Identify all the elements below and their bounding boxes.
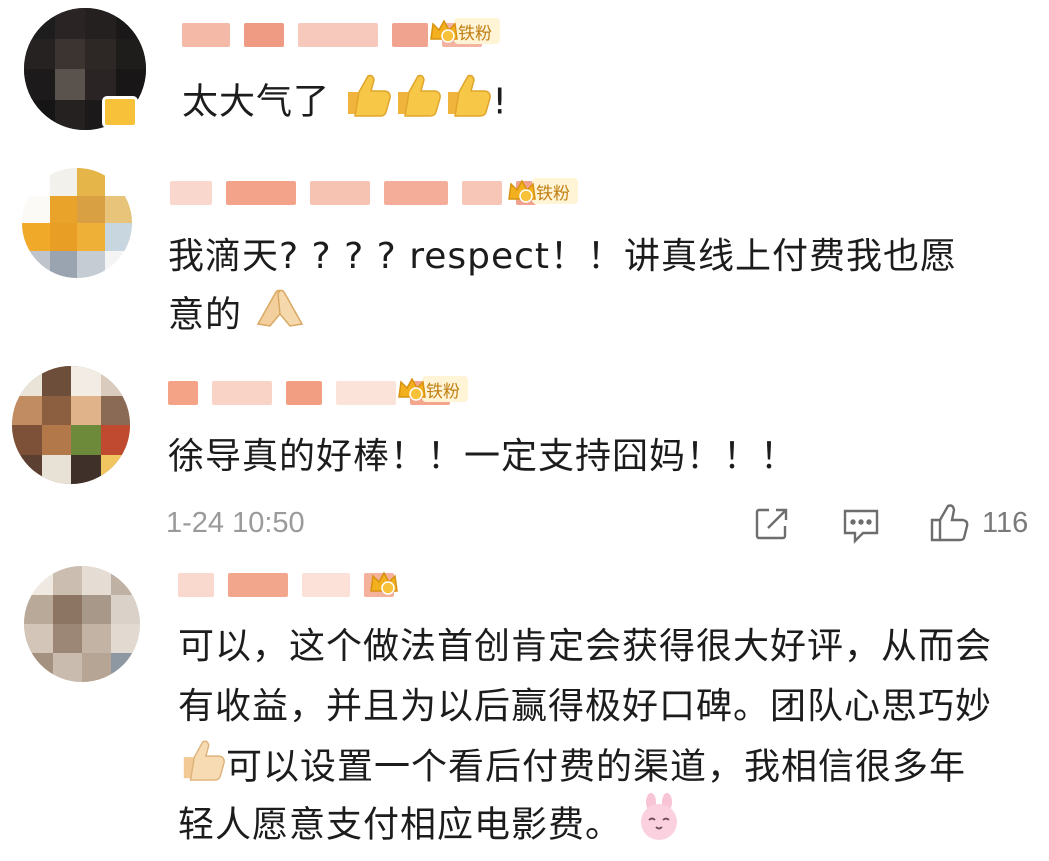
comment-text: 太大气了 ! [182,70,508,137]
fan-badge [368,566,400,600]
share-icon [755,508,788,540]
thumbs-up-icon [392,70,442,137]
fan-label: 铁粉 [422,376,468,402]
crown-icon [506,175,538,207]
like-count: 116 [982,506,1029,539]
comment-text-line-4: 轻人愿意支付相应电影费。 [178,792,684,861]
fan-badge: 铁粉 [506,174,578,208]
fan-badge: 铁粉 [396,372,468,406]
crown-icon [428,15,460,47]
repost-button[interactable] [752,504,792,544]
bunny-face-icon [634,792,684,861]
verified-badge-icon [102,96,138,128]
comment-text: 徐导真的好棒！！一定支持囧妈！！！ [168,436,798,477]
fan-badge: 铁粉 [428,14,500,48]
avatar[interactable] [22,168,132,278]
comment-text-line-1: 可以，这个做法首创肯定会获得很大好评，从而会 [178,626,993,667]
comment-button[interactable] [840,506,882,546]
avatar[interactable] [12,366,130,484]
comment-text-line-2: 意的 [168,284,306,349]
fan-label: 铁粉 [454,18,500,44]
username-redacted[interactable] [170,178,550,208]
crown-icon [368,567,400,599]
thumbs-up-icon [442,70,492,137]
pray-hands-icon [254,284,306,349]
fan-label: 铁粉 [532,178,578,204]
comment-icon [843,509,879,544]
crown-icon [396,373,428,405]
comment-text-line-2: 有收益，并且为以后赢得极好口碑。团队心思巧妙 [178,686,993,727]
timestamp: 1-24 10:50 [166,507,305,539]
thumbs-up-icon [342,70,392,137]
thumbs-up-outline-icon [930,504,969,542]
comment-1: 铁粉 太大气了 ! [0,0,1049,150]
like-button[interactable]: 116 [928,502,1028,544]
comment-text-line-1: 我滴天? ? ? ? respect！！讲真线上付费我也愿 [168,236,958,277]
avatar[interactable] [24,566,140,682]
